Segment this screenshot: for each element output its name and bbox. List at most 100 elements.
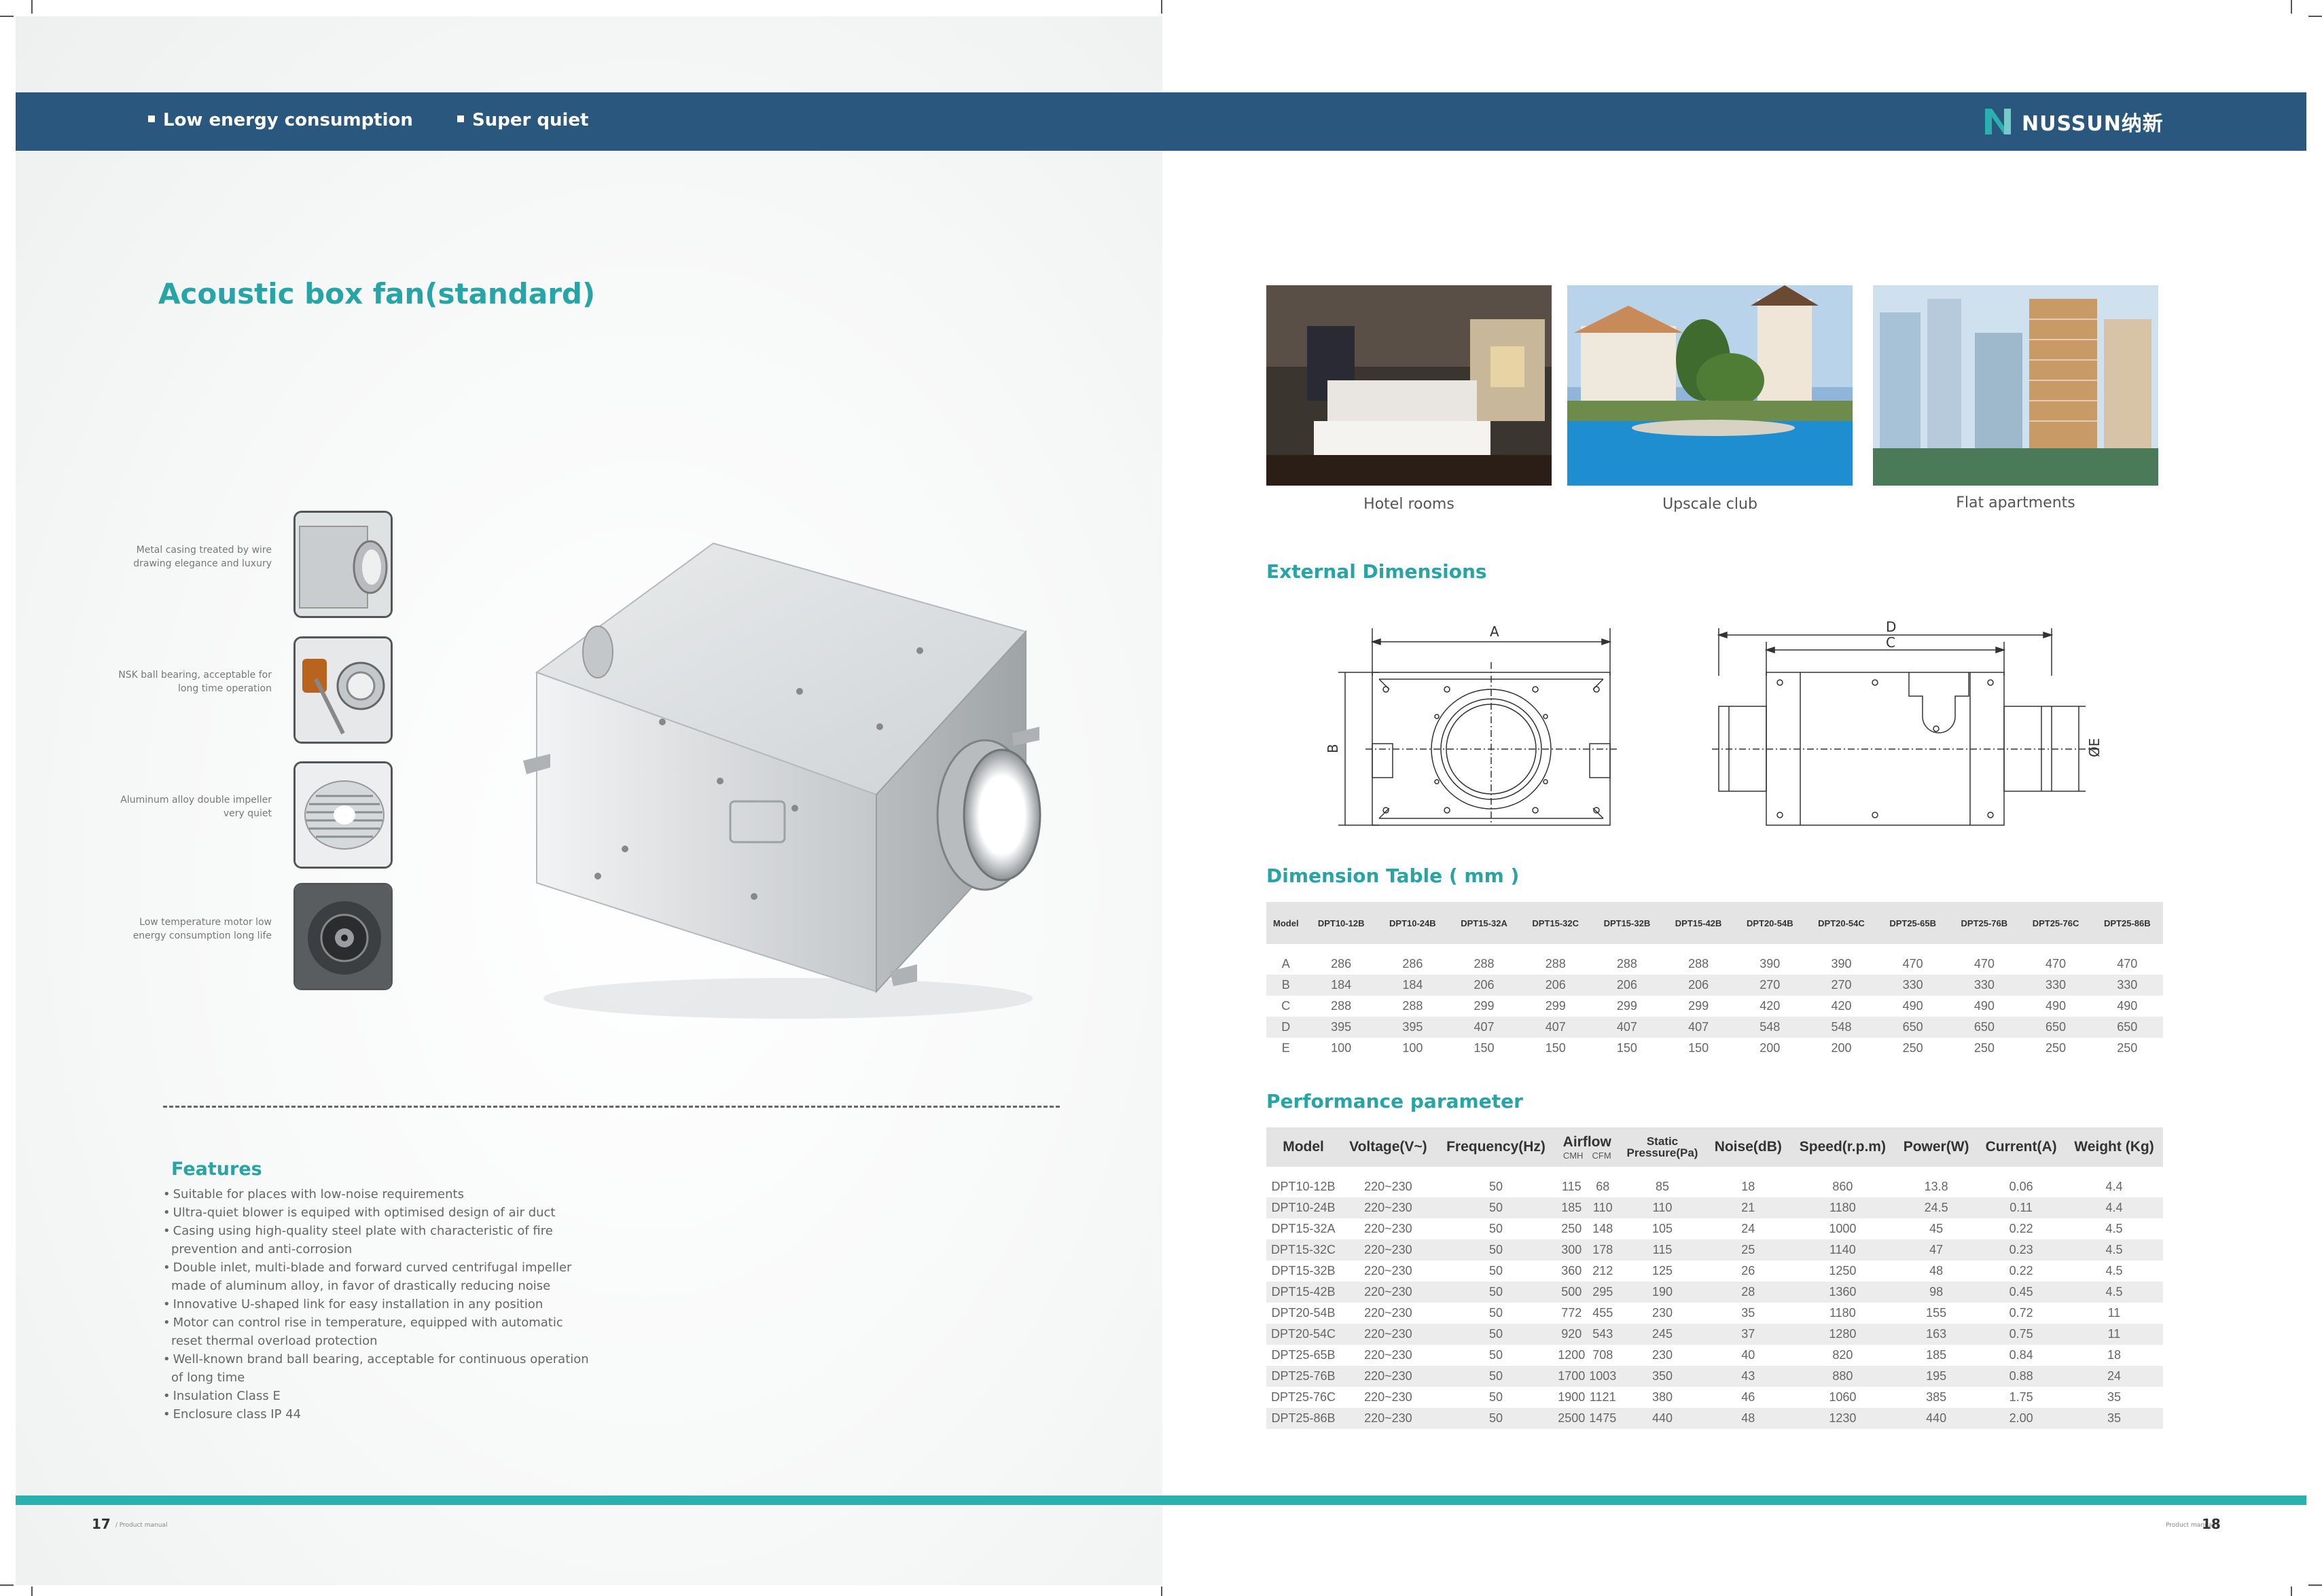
feature-item: Well-known brand ball bearing, acceptabl… — [163, 1350, 598, 1387]
table-cell: 185 — [1926, 1348, 1947, 1362]
table-cell: E — [1281, 1041, 1290, 1055]
table-cell: 470 — [2117, 957, 2138, 971]
table-cell: 230 — [1651, 1306, 1673, 1320]
dimension-label-d: D — [1886, 621, 1896, 635]
table-cell: DPT25-76C — [1271, 1390, 1336, 1404]
table-cell: 440 — [1895, 1408, 1978, 1429]
table-cell: 50 — [1489, 1180, 1503, 1193]
table-cell: 35 — [1741, 1306, 1755, 1320]
table-cell: 50 — [1435, 1197, 1556, 1218]
dim-col-header: DPT25-86B — [2091, 902, 2163, 944]
impeller-icon — [296, 763, 391, 867]
table-cell: 98 — [1895, 1282, 1978, 1303]
table-row: DPT15-32A 220~230 50 250 148 105 24 1000 45 0.22 4… — [1266, 1218, 2163, 1239]
table-cell: 220~230 — [1364, 1264, 1412, 1277]
table-cell: DPT20-54B — [1271, 1306, 1336, 1320]
table-cell: 1180 — [1789, 1197, 1895, 1218]
photo-hotel-rooms — [1266, 285, 1552, 486]
table-cell: 4.5 — [2065, 1239, 2163, 1261]
table-cell: 40 — [1741, 1348, 1755, 1362]
table-cell: 47 — [1895, 1239, 1978, 1261]
page-title: Acoustic box fan(standard) — [158, 277, 596, 310]
table-cell: A — [1281, 957, 1290, 971]
table-cell: DPT25-86B — [1266, 1408, 1341, 1429]
table-cell: 860 — [1832, 1180, 1853, 1193]
table-cell: 490 — [2046, 999, 2067, 1013]
table-cell: 288 — [1473, 957, 1495, 971]
table-cell: 110 — [1587, 1197, 1619, 1218]
table-cell: 708 — [1592, 1348, 1613, 1362]
table-cell: 250 — [2117, 1041, 2138, 1055]
banner-item-low-energy: Low energy consumption — [148, 110, 413, 130]
table-cell: 150 — [1545, 1041, 1566, 1055]
external-dimensions-heading: External Dimensions — [1266, 560, 1487, 583]
table-row: DPT25-76B 220~230 50 1700 1003 350 43 880 195 0.8… — [1266, 1366, 2163, 1387]
photo-upscale-club — [1567, 285, 1853, 486]
table-cell: 206 — [1591, 975, 1663, 996]
table-cell: 184 — [1376, 975, 1448, 996]
feature-item: Enclosure class IP 44 — [163, 1405, 598, 1423]
table-cell: 250 — [1973, 1041, 1995, 1055]
col-static-pressure: Static Pressure(Pa) — [1618, 1127, 1707, 1167]
table-cell: 0.88 — [1977, 1366, 2065, 1387]
footer-bar — [16, 1495, 2306, 1505]
table-cell: 50 — [1435, 1408, 1556, 1429]
table-cell: 407 — [1448, 1017, 1520, 1038]
feature-item: Innovative U-shaped link for easy instal… — [163, 1295, 598, 1313]
table-cell: DPT20-54C — [1266, 1324, 1341, 1345]
table-cell: 4.4 — [2065, 1197, 2163, 1218]
table-cell: 390 — [1831, 957, 1852, 971]
table-cell: 50 — [1489, 1390, 1503, 1404]
table-row: DPT25-76C 220~230 50 1900 1121 380 46 1060 385 1.… — [1266, 1387, 2163, 1408]
table-cell: 50 — [1489, 1264, 1503, 1277]
table-cell: 48 — [1706, 1408, 1790, 1429]
table-cell: 250 — [1561, 1222, 1582, 1235]
table-cell: 18 — [2107, 1348, 2121, 1362]
feature-item: Suitable for places with low-noise requi… — [163, 1185, 598, 1203]
feature-item: Double inlet, multi-blade and forward cu… — [163, 1258, 598, 1295]
table-cell: 150 — [1473, 1041, 1495, 1055]
col-model: Model — [1266, 1127, 1341, 1167]
table-cell: 50 — [1435, 1282, 1556, 1303]
banner-item-super-quiet: Super quiet — [457, 110, 588, 130]
dim-col-header: DPT10-24B — [1376, 902, 1448, 944]
table-cell: 385 — [1926, 1390, 1947, 1404]
table-cell: 300 — [1556, 1239, 1588, 1261]
page-note: Product manual \ — [2166, 1521, 2218, 1529]
dimension-label-a: A — [1490, 623, 1499, 640]
table-cell: 1700 — [1556, 1366, 1588, 1387]
table-cell: 299 — [1473, 999, 1495, 1013]
crop-mark — [0, 1584, 14, 1586]
feature-item: Casing using high-quality steel plate wi… — [163, 1222, 598, 1258]
table-cell: 125 — [1651, 1264, 1673, 1277]
table-cell: 21 — [1706, 1197, 1790, 1218]
table-cell: 185 — [1556, 1197, 1588, 1218]
table-row: DPT10-12B 220~230 50 115 68 85 18 860 13.8 0.06 4.… — [1266, 1167, 2163, 1197]
dim-col-header: DPT15-42B — [1662, 902, 1734, 944]
table-cell: 220~230 — [1364, 1180, 1412, 1193]
table-cell: 360 — [1561, 1264, 1582, 1277]
table-cell: 220~230 — [1340, 1197, 1436, 1218]
col-noise: Noise(dB) — [1706, 1127, 1790, 1167]
dim-col-header: DPT20-54B — [1734, 902, 1806, 944]
table-cell: 286 — [1402, 957, 1423, 971]
table-cell: 150 — [1688, 1041, 1709, 1055]
table-cell: 25 — [1706, 1239, 1790, 1261]
table-cell: 407 — [1591, 1017, 1663, 1038]
table-cell: 26 — [1741, 1264, 1755, 1277]
table-cell: 24 — [2065, 1366, 2163, 1387]
table-cell: 920 — [1556, 1324, 1588, 1345]
table-cell: 299 — [1545, 999, 1566, 1013]
table-cell: 85 — [1655, 1180, 1670, 1193]
table-cell: 35 — [2065, 1408, 2163, 1429]
table-cell: 543 — [1587, 1324, 1619, 1345]
table-cell: 650 — [2091, 1017, 2163, 1038]
crop-mark — [1161, 0, 1162, 14]
page-number-right: Product manual \ 18 — [2166, 1516, 2221, 1532]
table-cell: 380 — [1651, 1390, 1673, 1404]
table-cell: 288 — [1616, 957, 1637, 971]
table-cell: 212 — [1592, 1264, 1613, 1277]
table-cell: 163 — [1895, 1324, 1978, 1345]
table-row: A 286 286 288 288 288 288 390 390 470 470 470 470 — [1266, 944, 2163, 975]
table-cell: DPT15-32B — [1271, 1264, 1336, 1277]
